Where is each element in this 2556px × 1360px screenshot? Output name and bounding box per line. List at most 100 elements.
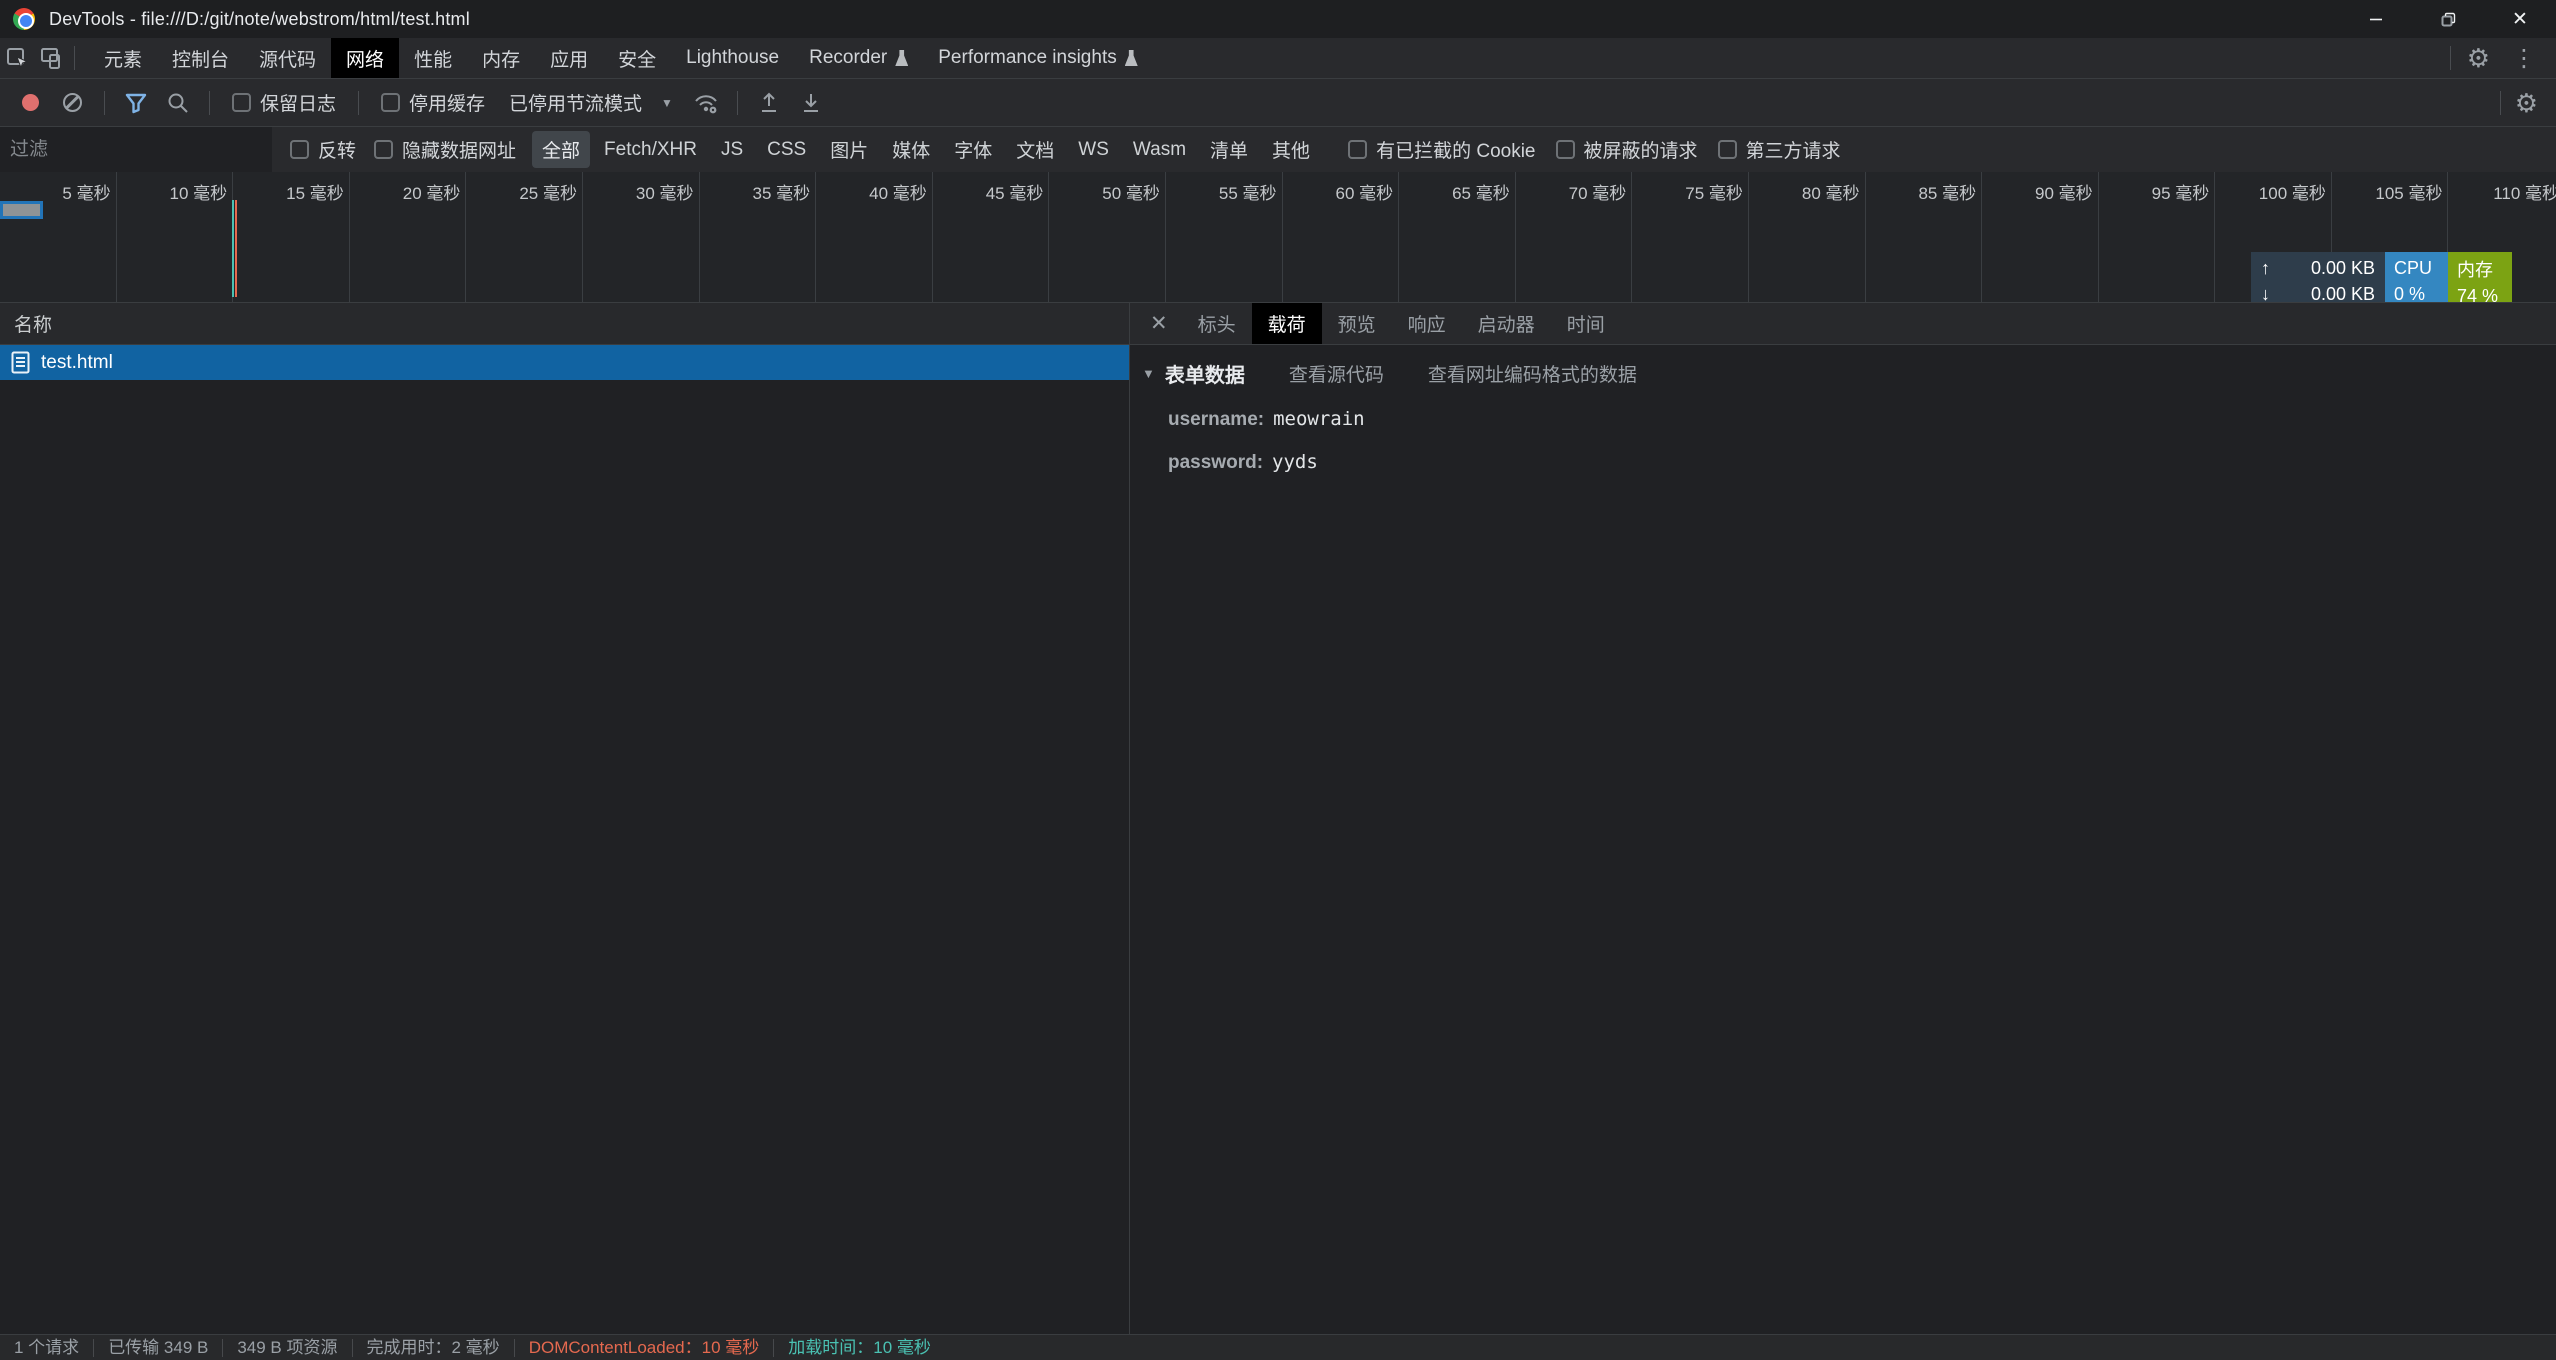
- type-filter-其他[interactable]: 其他: [1262, 131, 1320, 168]
- type-filter-ws[interactable]: WS: [1068, 134, 1119, 166]
- preserve-log-checkbox[interactable]: [232, 93, 251, 112]
- name-column-header[interactable]: 名称: [0, 303, 1129, 345]
- network-conditions-icon[interactable]: [689, 88, 723, 118]
- tick-label: 45 毫秒: [986, 179, 1044, 204]
- tick-label: 25 毫秒: [519, 179, 577, 204]
- hide-data-urls-checkbox[interactable]: [374, 140, 393, 159]
- tab-label: 内存: [482, 45, 520, 72]
- tab-应用[interactable]: 应用: [535, 38, 603, 78]
- timeline-tick: 45 毫秒: [933, 172, 1050, 302]
- form-data-params: username:meowrainpassword:yyds: [1142, 408, 2556, 474]
- tab-元素[interactable]: 元素: [89, 38, 157, 78]
- tick-label: 105 毫秒: [2375, 179, 2442, 204]
- tab-label: 源代码: [259, 45, 316, 72]
- type-filter-fetch-xhr[interactable]: Fetch/XHR: [594, 134, 707, 166]
- settings-gear-icon[interactable]: ⚙: [2457, 45, 2500, 71]
- form-data-section-title: 表单数据: [1165, 359, 1245, 388]
- tab-安全[interactable]: 安全: [603, 38, 671, 78]
- blocked-requests-checkbox[interactable]: [1556, 140, 1575, 159]
- network-overview-timeline[interactable]: 5 毫秒10 毫秒15 毫秒20 毫秒25 毫秒30 毫秒35 毫秒40 毫秒4…: [0, 172, 2556, 303]
- detail-tab-启动器[interactable]: 启动器: [1462, 303, 1551, 344]
- status-item: 349 B 项资源: [222, 1339, 351, 1357]
- tab-内存[interactable]: 内存: [467, 38, 535, 78]
- window-minimize-button[interactable]: [2340, 0, 2412, 38]
- tab-网络[interactable]: 网络: [331, 38, 399, 78]
- invert-filter-checkbox[interactable]: [290, 140, 309, 159]
- tick-label: 75 毫秒: [1685, 179, 1743, 204]
- tab-label: 网络: [346, 45, 384, 72]
- network-settings-gear-icon[interactable]: ⚙: [2507, 90, 2546, 116]
- type-filter-媒体[interactable]: 媒体: [882, 131, 940, 168]
- device-toolbar-icon[interactable]: [34, 43, 68, 73]
- detail-tab-标头[interactable]: 标头: [1182, 303, 1252, 344]
- window-title: DevTools - file:///D:/git/note/webstrom/…: [49, 9, 470, 30]
- preserve-log-label: 保留日志: [260, 89, 336, 116]
- third-party-checkbox[interactable]: [1718, 140, 1737, 159]
- window-close-button[interactable]: ✕: [2484, 0, 2556, 38]
- detail-tab-预览[interactable]: 预览: [1322, 303, 1392, 344]
- search-icon[interactable]: [161, 88, 195, 118]
- tab-label: 安全: [618, 45, 656, 72]
- timeline-tick: 20 毫秒: [350, 172, 467, 302]
- tab-控制台[interactable]: 控制台: [157, 38, 244, 78]
- disable-cache-checkbox[interactable]: [381, 93, 400, 112]
- timeline-tick: 90 毫秒: [1982, 172, 2099, 302]
- detail-tab-响应[interactable]: 响应: [1392, 303, 1462, 344]
- download-arrow-icon: ↓: [2261, 284, 2270, 303]
- status-item: 1 个请求: [0, 1339, 93, 1357]
- more-options-icon[interactable]: ⋮: [2500, 44, 2548, 73]
- timeline-tick: 40 毫秒: [816, 172, 933, 302]
- window-title-bar: DevTools - file:///D:/git/note/webstrom/…: [0, 0, 2556, 38]
- cpu-usage-badge: CPU 0 %: [2385, 252, 2448, 303]
- request-row-test-html[interactable]: test.html: [0, 345, 1129, 380]
- tab-源代码[interactable]: 源代码: [244, 38, 331, 78]
- type-filter-字体[interactable]: 字体: [944, 131, 1002, 168]
- network-status-bar: 1 个请求已传输 349 B349 B 项资源完成用时：2 毫秒DOMConte…: [0, 1334, 2556, 1360]
- main-tabs: 元素控制台源代码 网络性能内存应用安全 LighthouseRecorderPerf…: [89, 38, 1153, 78]
- window-restore-button[interactable]: [2412, 0, 2484, 38]
- filter-input[interactable]: [0, 127, 272, 172]
- tab-performance-insights[interactable]: Performance insights: [923, 38, 1152, 78]
- import-har-icon[interactable]: [752, 88, 786, 118]
- tab-label: 元素: [104, 45, 142, 72]
- flask-icon: [1125, 50, 1138, 66]
- clear-network-log-icon[interactable]: [63, 93, 82, 112]
- timeline-tick: 65 毫秒: [1399, 172, 1516, 302]
- detail-tab-时间[interactable]: 时间: [1551, 303, 1621, 344]
- type-filter-图片[interactable]: 图片: [820, 131, 878, 168]
- tab-recorder[interactable]: Recorder: [794, 38, 923, 78]
- record-network-log-button[interactable]: [22, 94, 39, 111]
- inspect-element-icon[interactable]: [0, 43, 34, 73]
- type-filter-文档[interactable]: 文档: [1006, 131, 1064, 168]
- memory-value: 74 %: [2457, 286, 2503, 303]
- type-filter-wasm[interactable]: Wasm: [1123, 134, 1196, 166]
- requests-panel: 名称 test.html: [0, 303, 1130, 1334]
- type-filter-js[interactable]: JS: [711, 134, 753, 166]
- timeline-ruler: 5 毫秒10 毫秒15 毫秒20 毫秒25 毫秒30 毫秒35 毫秒40 毫秒4…: [0, 172, 2556, 302]
- memory-label: 内存: [2457, 256, 2503, 282]
- throttling-select[interactable]: 已停用节流模式 ▼: [501, 89, 681, 116]
- tab-性能[interactable]: 性能: [399, 38, 467, 78]
- close-details-icon[interactable]: ✕: [1136, 303, 1182, 344]
- type-filter-清单[interactable]: 清单: [1200, 131, 1258, 168]
- divider: [104, 91, 105, 115]
- blocked-cookies-checkbox[interactable]: [1348, 140, 1367, 159]
- chrome-logo-icon: [13, 8, 35, 30]
- name-column-label: 名称: [14, 310, 52, 337]
- view-source-button[interactable]: 查看源代码: [1289, 360, 1384, 387]
- network-toolbar: 保留日志 停用缓存 已停用节流模式 ▼ ⚙: [0, 79, 2556, 126]
- tick-label: 85 毫秒: [1918, 179, 1976, 204]
- type-filter-css[interactable]: CSS: [757, 134, 816, 166]
- filter-funnel-icon[interactable]: [119, 88, 153, 118]
- view-urlencoded-button[interactable]: 查看网址编码格式的数据: [1428, 360, 1637, 387]
- divider: [209, 91, 210, 115]
- detail-tab-载荷[interactable]: 载荷: [1252, 303, 1322, 344]
- tab-lighthouse[interactable]: Lighthouse: [671, 38, 794, 78]
- timeline-tick: 25 毫秒: [466, 172, 583, 302]
- export-har-icon[interactable]: [794, 88, 828, 118]
- type-filter-全部[interactable]: 全部: [532, 131, 590, 168]
- detail-tab-strip: ✕ 标头载荷预览响应启动器时间: [1130, 303, 2556, 345]
- tick-label: 40 毫秒: [869, 179, 927, 204]
- collapse-triangle-icon[interactable]: ▼: [1142, 366, 1155, 381]
- domcontentloaded-event-line: [232, 200, 234, 297]
